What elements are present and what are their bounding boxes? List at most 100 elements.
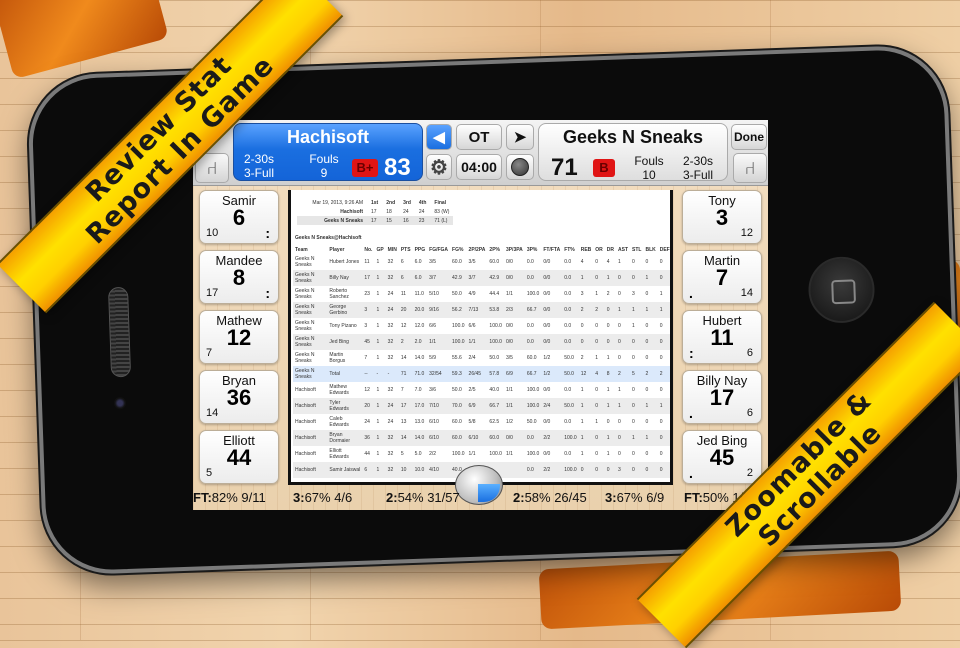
table-row[interactable]: Geeks N Sneaks Hubert Jones 11 1 32 6 6.0 3/5 60… bbox=[293, 254, 670, 270]
away-bench-button[interactable]: ⑁ bbox=[733, 153, 767, 183]
table-cell: 11 bbox=[400, 291, 407, 297]
previous-period-button[interactable]: ◀ bbox=[426, 124, 452, 150]
column-header[interactable]: FT/FTA bbox=[541, 245, 562, 254]
column-header[interactable]: TO bbox=[672, 245, 673, 254]
column-header[interactable]: AST bbox=[616, 245, 630, 254]
column-header[interactable]: STL bbox=[630, 245, 643, 254]
table-cell: 2.0 bbox=[412, 334, 428, 350]
table-row[interactable]: Geeks N Sneaks Roberto Sanchez 23 1 24 11 11.0… bbox=[293, 286, 670, 302]
column-header[interactable]: PTS bbox=[399, 245, 413, 254]
table-cell: 4/9 bbox=[468, 291, 476, 297]
table-cell: 3/6 bbox=[429, 387, 437, 393]
player-foul-marks: . bbox=[689, 405, 693, 421]
table-row[interactable]: Hachisoft Mathew Edwards 12 1 32 7 7.0 3/6 50.0 2… bbox=[293, 382, 670, 398]
player-card[interactable]: Mathew 12 7 bbox=[199, 310, 279, 364]
table-cell: 3 bbox=[364, 323, 368, 329]
player-card[interactable]: Jed Bing 45 2. bbox=[682, 430, 762, 484]
table-cell: 1 bbox=[374, 430, 386, 446]
column-header[interactable]: FT% bbox=[562, 245, 579, 254]
table-row[interactable]: Hachisoft Caleb Edwards 24 1 24 13 13.0 6/10 60.… bbox=[293, 414, 670, 430]
table-cell: 60.0 bbox=[487, 430, 504, 446]
quarter-header: 1st bbox=[371, 199, 379, 206]
player-points: 14 bbox=[206, 407, 219, 419]
table-cell: Tyler Edwards bbox=[327, 398, 363, 414]
home-team-name: Hachisoft bbox=[286, 127, 369, 147]
table-cell: 1 bbox=[659, 291, 663, 297]
player-card[interactable]: Martin 7 14. bbox=[682, 250, 762, 304]
player-card[interactable]: Bryan 36 14 bbox=[199, 370, 279, 424]
table-cell: 11.0 bbox=[414, 291, 424, 297]
column-header[interactable]: 3P/3PA bbox=[504, 245, 525, 254]
table-cell: 1 bbox=[643, 302, 658, 318]
table-cell: 0.0 bbox=[562, 270, 579, 286]
table-cell: Hachisoft bbox=[293, 398, 328, 414]
table-cell: 2 bbox=[580, 355, 584, 361]
column-header[interactable]: 2P% bbox=[487, 245, 504, 254]
column-header[interactable]: PPG bbox=[413, 245, 428, 254]
table-row[interactable]: Geeks N Sneaks Billy Nay 17 1 32 6 6.0 3/7 42.9 3… bbox=[293, 270, 670, 286]
next-period-button[interactable]: ➤ bbox=[506, 124, 534, 150]
column-header[interactable]: REB bbox=[579, 245, 594, 254]
game-clock[interactable]: 04:00 bbox=[456, 154, 502, 180]
column-header[interactable]: BLK bbox=[643, 245, 657, 254]
column-header[interactable]: DR bbox=[605, 245, 616, 254]
table-row[interactable]: Geeks N Sneaks Jed Bing 45 1 32 2 2.0 1/1 100.0 1… bbox=[293, 334, 670, 350]
table-cell: 0/0 bbox=[503, 430, 525, 446]
column-header[interactable]: Player bbox=[327, 245, 362, 254]
column-header[interactable]: MIN bbox=[386, 245, 399, 254]
table-cell: 7 bbox=[672, 366, 673, 382]
column-header[interactable]: OR bbox=[593, 245, 605, 254]
table-row[interactable]: Geeks N Sneaks Total -- - -71 71.0 32/54 59.3 26… bbox=[293, 366, 673, 382]
column-header[interactable]: FG% bbox=[450, 245, 467, 254]
settings-button[interactable]: ⚙ bbox=[426, 154, 452, 180]
home-3pt-summary: 3:67% 4/6 bbox=[293, 490, 353, 505]
player-card[interactable]: Hubert 11 6: bbox=[682, 310, 762, 364]
stat-report-view[interactable]: Mar 19, 2013, 9:26 AM 1st 2nd 3rd 4th Final H… bbox=[288, 190, 673, 485]
quarter-team: Geeks N Sneaks bbox=[297, 216, 367, 225]
column-header[interactable]: 2P/2PA bbox=[467, 245, 488, 254]
table-cell: 100.0 bbox=[526, 291, 540, 297]
table-cell: 60.0 bbox=[450, 430, 467, 446]
table-cell: 1 bbox=[618, 387, 621, 393]
table-cell: 1 bbox=[374, 334, 386, 350]
player-card[interactable]: Mandee 8 17: bbox=[199, 250, 279, 304]
period-display[interactable]: OT bbox=[456, 124, 502, 150]
player-card[interactable]: Elliott 44 5 bbox=[199, 430, 279, 484]
player-card[interactable]: Tony 3 12 bbox=[682, 190, 762, 244]
table-cell: 24 bbox=[385, 398, 399, 414]
table-cell: 4 bbox=[593, 366, 605, 382]
table-row[interactable]: Geeks N Sneaks George Gerbino 3 1 24 20 20.0 9/… bbox=[293, 302, 670, 318]
table-cell: - bbox=[385, 366, 399, 382]
home-team-panel[interactable]: Hachisoft 2-30s 3-Full Fouls 9 B+ 83 bbox=[233, 123, 423, 181]
possession-button[interactable] bbox=[506, 154, 534, 180]
table-cell: 0 bbox=[630, 270, 644, 286]
table-cell: 60.0 bbox=[526, 355, 537, 361]
player-card[interactable]: Samir 6 10: bbox=[199, 190, 279, 244]
player-card[interactable]: Billy Nay 17 6. bbox=[682, 370, 762, 424]
player-points: 12 bbox=[740, 227, 753, 239]
speaker-grille bbox=[107, 286, 132, 378]
table-row[interactable]: Hachisoft Bryan Dormaier 36 1 32 14 14.0 6/10 60… bbox=[293, 430, 670, 446]
column-header[interactable]: FG/FGA bbox=[427, 245, 450, 254]
column-header[interactable]: No. bbox=[362, 245, 374, 254]
table-cell: 5.0 bbox=[414, 451, 422, 457]
table-cell: 0 bbox=[580, 323, 584, 329]
table-cell: 0 bbox=[618, 451, 621, 457]
home-button[interactable] bbox=[807, 255, 876, 325]
table-row[interactable]: Hachisoft Tyler Edwards 20 1 24 17 17.0 7/10 70.… bbox=[293, 398, 670, 414]
table-cell: 2/2 bbox=[541, 430, 563, 446]
away-team-panel[interactable]: Geeks N Sneaks 71 B Fouls 10 2-30s 3-Ful… bbox=[538, 123, 728, 182]
table-cell: 10.0 bbox=[412, 462, 428, 478]
table-row[interactable]: Hachisoft Elliott Edwards 44 1 32 5 5.0 2/2 100.… bbox=[293, 446, 670, 462]
column-header[interactable]: 3P% bbox=[525, 245, 542, 254]
column-header[interactable]: Team bbox=[293, 245, 327, 254]
table-cell: 0 bbox=[632, 451, 635, 457]
table-row[interactable]: Geeks N Sneaks Tony Pizano 3 1 32 12 12.0 6/6 10… bbox=[293, 318, 670, 334]
table-cell: 50.0 bbox=[489, 355, 500, 361]
done-button[interactable]: Done bbox=[731, 124, 767, 150]
table-cell: 0 bbox=[618, 323, 621, 329]
column-header[interactable]: DEF bbox=[658, 245, 670, 254]
table-row[interactable]: Geeks N Sneaks Martin Borgus 7 1 32 14 14.0 5/9… bbox=[293, 350, 670, 366]
table-cell: Hachisoft bbox=[295, 387, 316, 393]
column-header[interactable]: GP bbox=[374, 245, 385, 254]
